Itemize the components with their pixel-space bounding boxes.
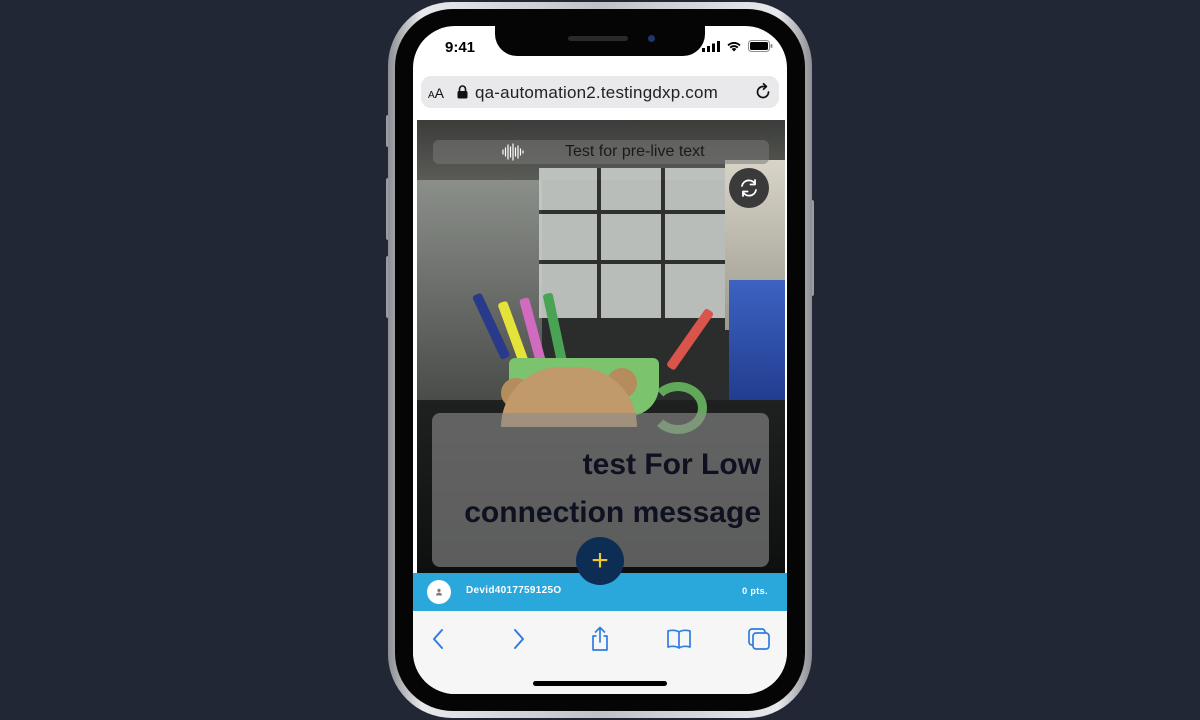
chevron-right-icon xyxy=(514,629,524,649)
cellular-signal-icon xyxy=(702,40,720,52)
home-indicator[interactable] xyxy=(533,681,667,686)
user-avatar[interactable] xyxy=(427,580,451,604)
live-camera-view: Test for pre-live text test For Low conn… xyxy=(417,120,785,573)
tabs-button[interactable] xyxy=(745,625,773,653)
add-button[interactable]: + xyxy=(576,537,624,585)
wifi-icon xyxy=(727,42,741,52)
notch xyxy=(495,26,705,56)
phone-screen: 9:41 AA qa-automation2.testingdxp.com Te… xyxy=(413,26,787,694)
front-camera xyxy=(648,35,655,42)
chevron-left-icon xyxy=(433,629,443,649)
share-button[interactable] xyxy=(586,625,614,653)
user-id: Devid4017759125O xyxy=(466,585,562,596)
bookmarks-button[interactable] xyxy=(665,625,693,653)
low-connection-message: test For Low connection message xyxy=(464,448,761,529)
lock-icon xyxy=(457,85,468,99)
status-icons xyxy=(702,40,773,52)
text-size-button[interactable]: AA xyxy=(428,85,444,101)
share-icon xyxy=(592,626,608,651)
forward-button[interactable] xyxy=(505,625,533,653)
flip-camera-button[interactable] xyxy=(729,168,769,208)
speaker xyxy=(568,36,628,41)
reload-icon[interactable] xyxy=(753,82,773,102)
plus-icon: + xyxy=(591,544,609,577)
user-avatar-icon xyxy=(436,588,442,596)
battery-icon xyxy=(748,40,773,52)
back-button[interactable] xyxy=(424,625,452,653)
points-count: 0 pts. xyxy=(742,586,768,596)
address-bar[interactable]: AA qa-automation2.testingdxp.com xyxy=(421,76,779,108)
pre-live-banner: Test for pre-live text xyxy=(433,140,769,164)
camera-scene-window xyxy=(539,168,729,318)
phone-frame: 9:41 AA qa-automation2.testingdxp.com Te… xyxy=(386,0,814,720)
audio-waveform-icon xyxy=(502,143,524,161)
pre-live-text: Test for pre-live text xyxy=(565,143,705,160)
status-time: 9:41 xyxy=(445,39,476,56)
camera-scene-box xyxy=(729,280,785,410)
safari-toolbar xyxy=(413,611,787,694)
book-icon xyxy=(667,629,691,649)
tabs-icon xyxy=(748,628,770,650)
url-text[interactable]: qa-automation2.testingdxp.com xyxy=(475,83,718,103)
flip-camera-icon xyxy=(741,179,757,197)
